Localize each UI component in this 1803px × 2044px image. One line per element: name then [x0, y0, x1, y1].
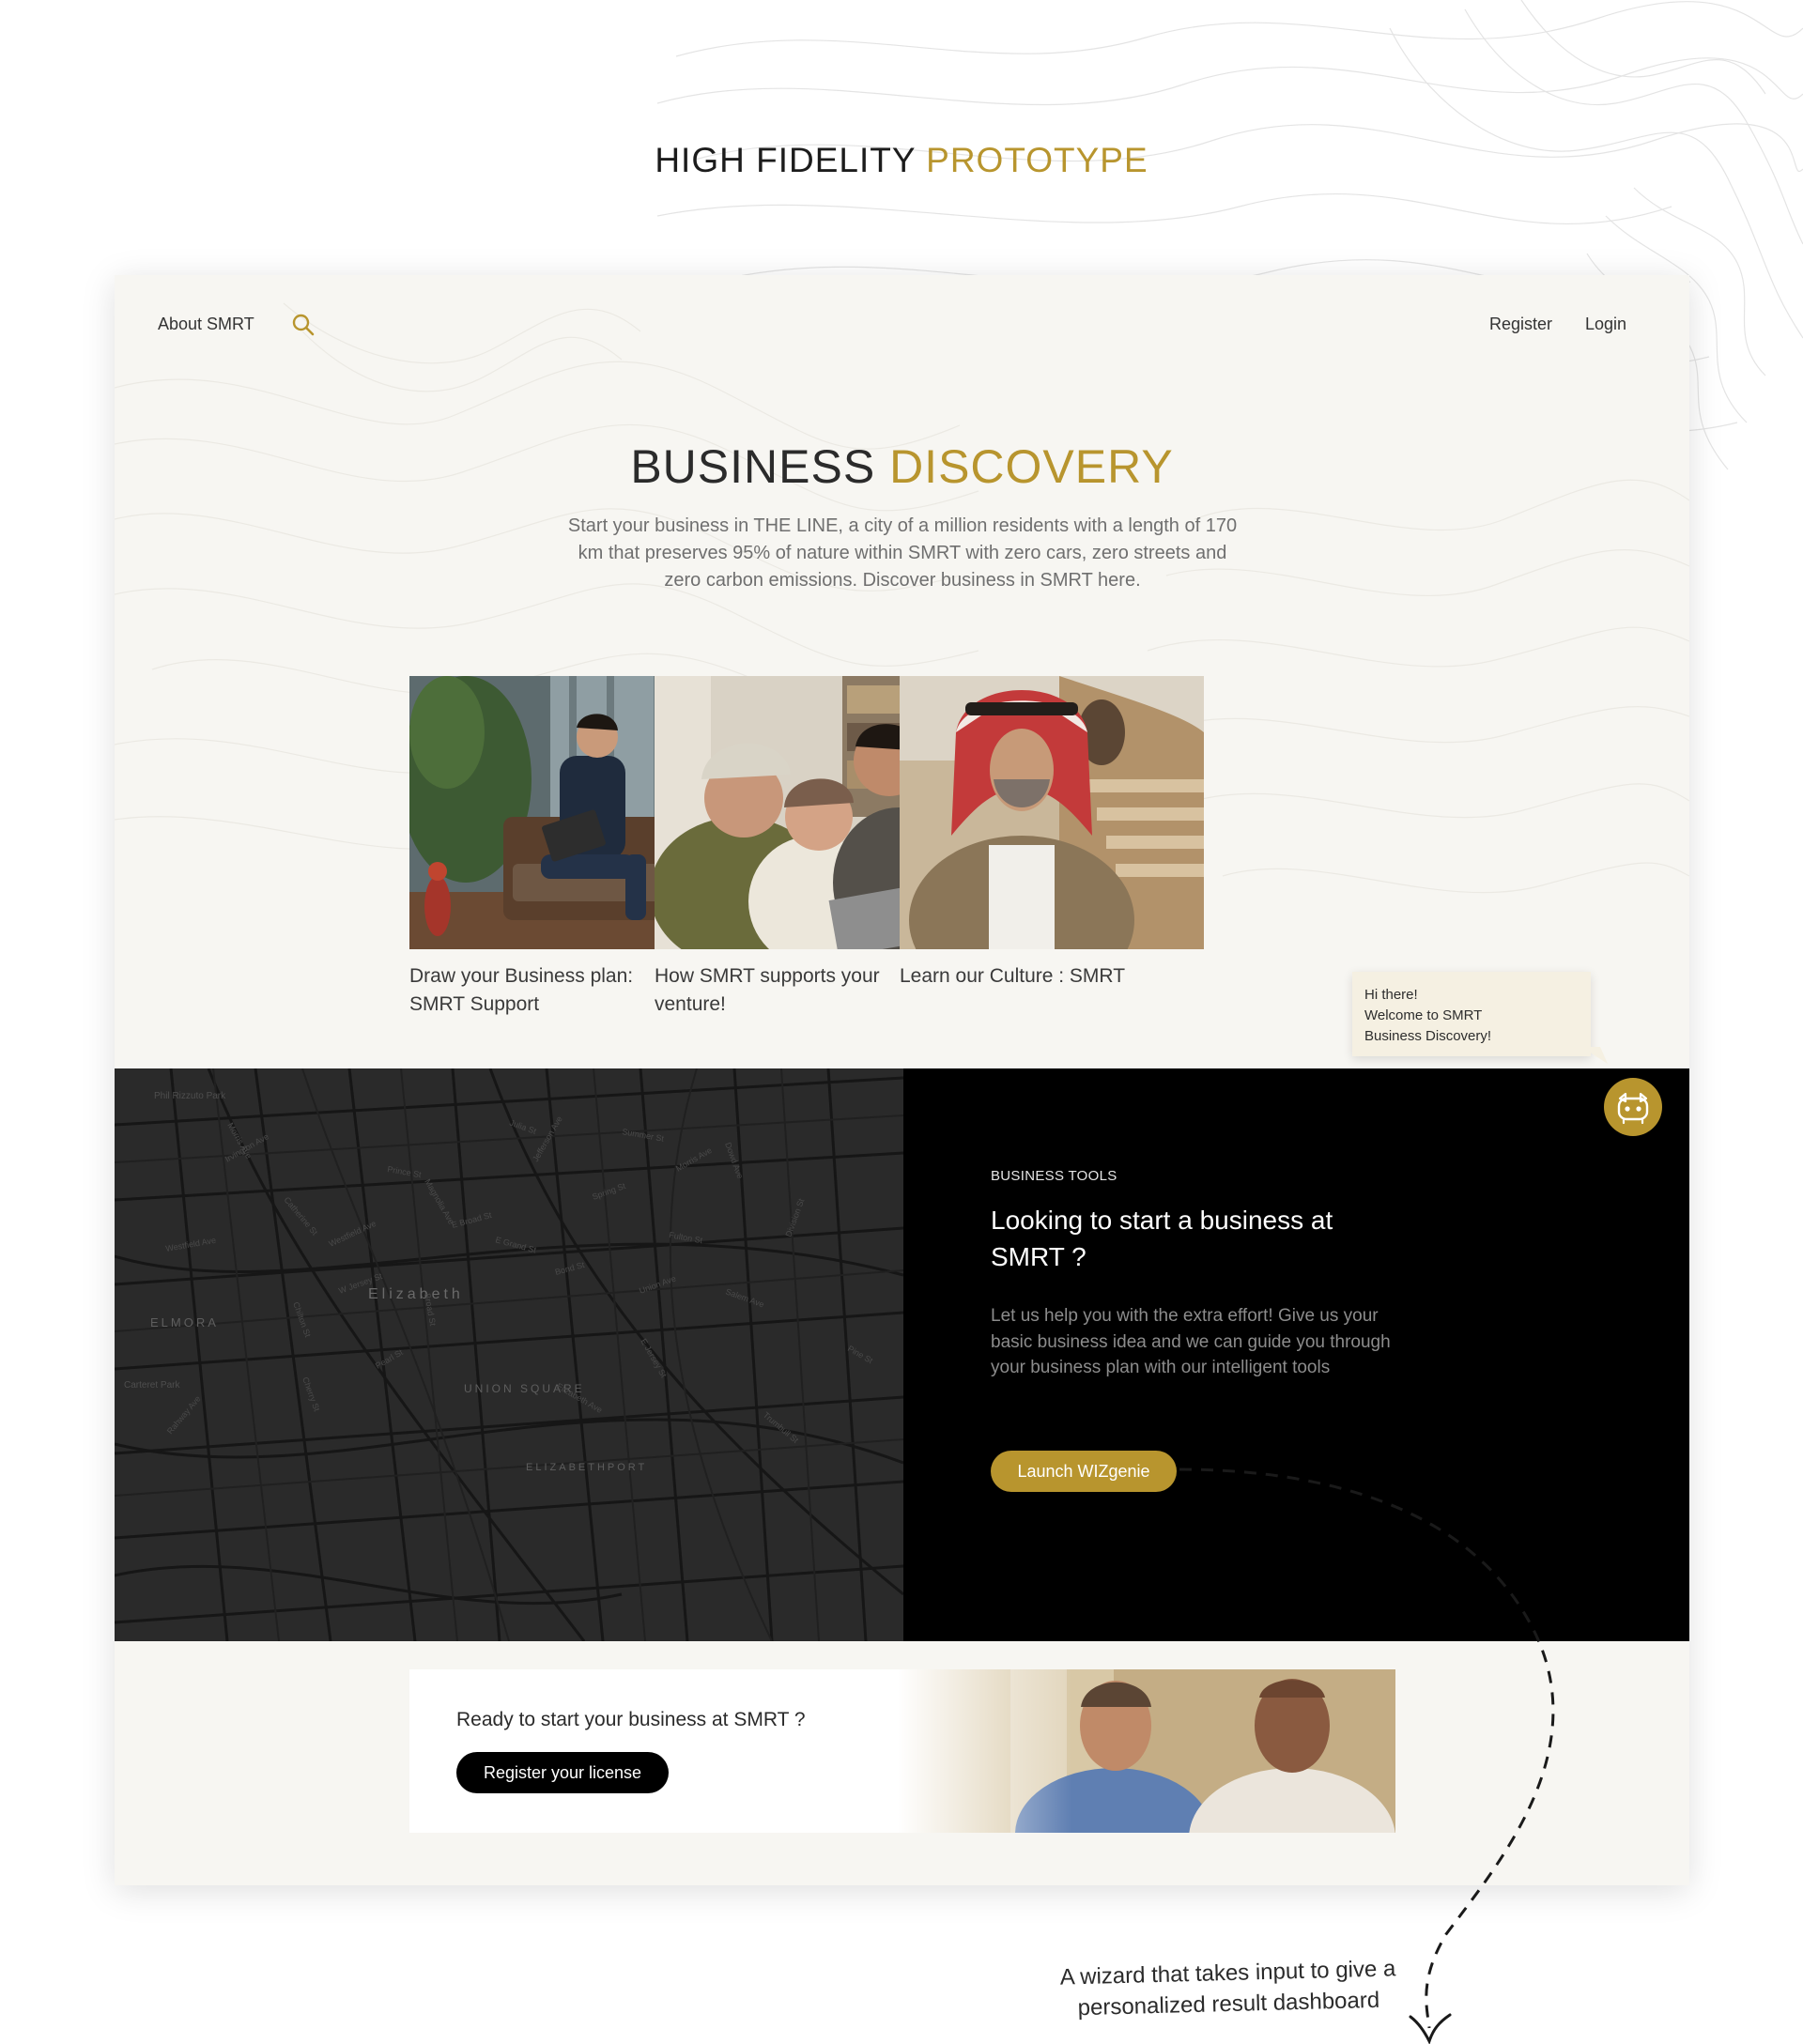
hero-title-part1: BUSINESS [630, 440, 876, 493]
card-culture[interactable]: Learn our Culture : SMRT [900, 676, 1204, 991]
hero-title-part2: DISCOVERY [889, 440, 1174, 493]
chat-welcome-text: Hi there! Welcome to SMRT Business Disco… [1364, 987, 1492, 1044]
card-caption[interactable]: How SMRT supports your venture! [655, 962, 908, 1019]
prototype-title-part1: HIGH FIDELITY [655, 141, 916, 179]
banner-text: Ready to start your business at SMRT ? [456, 1709, 806, 1730]
genie-bot-icon[interactable] [1604, 1078, 1662, 1136]
website-frame: About SMRT Register Login BUSINESS DISCO… [115, 275, 1689, 1885]
card-caption[interactable]: Learn our Culture : SMRT [900, 962, 1204, 991]
launch-wizgenie-button[interactable]: Launch WIZgenie [991, 1451, 1177, 1492]
business-tools-section: BUSINESS TOOLS Looking to start a busine… [903, 1068, 1689, 1641]
map-label: Phil Rizzuto Park [154, 1091, 226, 1101]
search-icon[interactable] [291, 313, 316, 337]
man-in-shemagh-photo [900, 676, 1204, 949]
register-banner: Ready to start your business at SMRT ? R… [409, 1669, 1395, 1833]
chat-welcome-bubble: Hi there! Welcome to SMRT Business Disco… [1352, 972, 1591, 1056]
map-label: ELMORA [150, 1315, 219, 1329]
hero-description: Start your business in THE LINE, a city … [567, 515, 1238, 591]
hero-title: BUSINESS DISCOVERY [115, 439, 1689, 494]
map-label: Carteret Park [124, 1380, 180, 1391]
map-label: ELIZABETHPORT [526, 1462, 647, 1473]
register-license-button[interactable]: Register your license [456, 1752, 669, 1793]
map-label: Elizabeth [368, 1286, 464, 1302]
two-men-smiling-photo [898, 1669, 1395, 1833]
prototype-title-part2: PROTOTYPE [926, 141, 1148, 179]
annotation-note: A wizard that takes input to give a pers… [1059, 1956, 1396, 2021]
prototype-title: HIGH FIDELITY PROTOTYPE [0, 141, 1803, 180]
nav-about-link[interactable]: About SMRT [158, 315, 254, 334]
tools-eyebrow: BUSINESS TOOLS [991, 1168, 1117, 1184]
nav-register-link[interactable]: Register [1489, 315, 1552, 334]
city-map[interactable]: Elizabeth ELMORA UNION SQUARE ELIZABETHPORT… [115, 1068, 903, 1641]
chat-bubble-tail [1581, 1047, 1608, 1064]
tools-description: Let us help you with the extra effort! G… [991, 1306, 1391, 1377]
nav-login-link[interactable]: Login [1585, 315, 1626, 334]
tools-title: Looking to start a business at SMRT ? [991, 1206, 1333, 1271]
